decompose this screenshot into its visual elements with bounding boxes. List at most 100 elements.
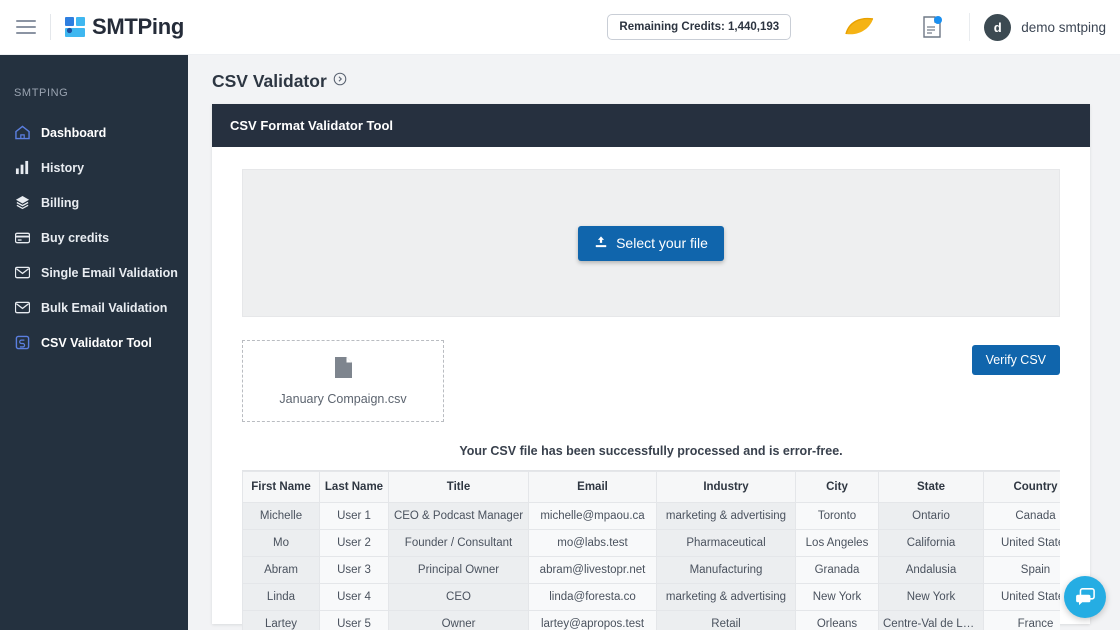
card-title: CSV Format Validator Tool bbox=[212, 104, 1090, 147]
csv-preview-table-wrap[interactable]: First NameLast NameTitleEmailIndustryCit… bbox=[242, 470, 1060, 630]
table-row: MoUser 2Founder / Consultantmo@labs.test… bbox=[243, 530, 1061, 557]
page-content: CSV Validator CSV Format Validator Tool bbox=[188, 55, 1120, 630]
bar-chart-icon bbox=[14, 160, 30, 176]
header-divider-2 bbox=[969, 13, 970, 41]
header-actions: Remaining Credits: 1,440,193 d demo smtp… bbox=[607, 13, 1120, 41]
table-row: AbramUser 3Principal Ownerabram@livestop… bbox=[243, 557, 1061, 584]
sidebar-item-single-email-validation[interactable]: Single Email Validation bbox=[0, 255, 188, 290]
table-cell: Los Angeles bbox=[796, 530, 879, 557]
page-title: CSV Validator bbox=[212, 71, 327, 92]
envelope-icon bbox=[14, 265, 30, 281]
table-cell: Spain bbox=[984, 557, 1061, 584]
table-cell: United States bbox=[984, 530, 1061, 557]
table-cell: lartey@apropos.test bbox=[529, 611, 657, 630]
table-cell: Principal Owner bbox=[389, 557, 529, 584]
table-cell: Retail bbox=[657, 611, 796, 630]
table-column-header: First Name bbox=[243, 472, 320, 503]
sidebar-item-history[interactable]: History bbox=[0, 150, 188, 185]
brand-name: SMTPing bbox=[92, 14, 184, 40]
success-message: Your CSV file has been successfully proc… bbox=[242, 444, 1060, 458]
sidebar-item-csv-validator-tool[interactable]: CSV Validator Tool bbox=[0, 325, 188, 360]
table-row: LindaUser 4CEOlinda@foresta.comarketing … bbox=[243, 584, 1061, 611]
user-name: demo smtping bbox=[1021, 20, 1106, 35]
table-column-header: City bbox=[796, 472, 879, 503]
table-cell: Granada bbox=[796, 557, 879, 584]
report-icon[interactable] bbox=[909, 16, 955, 38]
sidebar-item-bulk-email-validation[interactable]: Bulk Email Validation bbox=[0, 290, 188, 325]
user-menu[interactable]: d demo smtping bbox=[984, 14, 1106, 41]
sidebar-item-dashboard[interactable]: Dashboard bbox=[0, 115, 188, 150]
page-header: CSV Validator bbox=[188, 55, 1120, 104]
sidebar-item-label: Billing bbox=[41, 196, 79, 210]
sidebar-item-label: Single Email Validation bbox=[41, 266, 178, 280]
brand-logo[interactable]: SMTPing bbox=[65, 14, 184, 40]
validator-card: CSV Format Validator Tool Select your fi… bbox=[212, 104, 1090, 624]
sidebar: SMTPING Dashboard History Billing Buy cr… bbox=[0, 55, 188, 630]
remaining-credits-badge[interactable]: Remaining Credits: 1,440,193 bbox=[607, 14, 791, 40]
home-icon bbox=[14, 125, 30, 141]
table-cell: CEO & Podcast Manager bbox=[389, 503, 529, 530]
table-cell: Lartey bbox=[243, 611, 320, 630]
file-dropzone[interactable]: Select your file bbox=[242, 169, 1060, 317]
table-cell: Owner bbox=[389, 611, 529, 630]
table-column-header: State bbox=[879, 472, 984, 503]
table-cell: France bbox=[984, 611, 1061, 630]
table-cell: marketing & advertising bbox=[657, 503, 796, 530]
table-cell: United States bbox=[984, 584, 1061, 611]
smtping-mark-icon bbox=[65, 17, 85, 37]
table-cell: User 5 bbox=[320, 611, 389, 630]
sidebar-caption: SMTPING bbox=[0, 87, 188, 115]
csv-preview-table: First NameLast NameTitleEmailIndustryCit… bbox=[242, 471, 1060, 630]
sidebar-item-label: Buy credits bbox=[41, 231, 109, 245]
verify-csv-button[interactable]: Verify CSV bbox=[972, 345, 1060, 375]
table-cell: Orleans bbox=[796, 611, 879, 630]
table-cell: linda@foresta.co bbox=[529, 584, 657, 611]
table-cell: Linda bbox=[243, 584, 320, 611]
table-cell: User 1 bbox=[320, 503, 389, 530]
table-row: LarteyUser 5Ownerlartey@apropos.testReta… bbox=[243, 611, 1061, 630]
table-cell: User 4 bbox=[320, 584, 389, 611]
table-cell: California bbox=[879, 530, 984, 557]
table-cell: Michelle bbox=[243, 503, 320, 530]
table-cell: Manufacturing bbox=[657, 557, 796, 584]
upload-icon bbox=[594, 235, 608, 252]
leaf-icon[interactable] bbox=[833, 15, 887, 39]
header-divider bbox=[50, 14, 51, 40]
table-column-header: Title bbox=[389, 472, 529, 503]
table-cell: Mo bbox=[243, 530, 320, 557]
top-bar: SMTPing Remaining Credits: 1,440,193 d d… bbox=[0, 0, 1120, 55]
table-head: First NameLast NameTitleEmailIndustryCit… bbox=[243, 472, 1061, 503]
table-cell: Andalusia bbox=[879, 557, 984, 584]
table-column-header: Last Name bbox=[320, 472, 389, 503]
sidebar-item-buy-credits[interactable]: Buy credits bbox=[0, 220, 188, 255]
hamburger-icon[interactable] bbox=[16, 20, 36, 34]
table-cell: New York bbox=[879, 584, 984, 611]
table-cell: Abram bbox=[243, 557, 320, 584]
select-file-button[interactable]: Select your file bbox=[578, 226, 724, 261]
sidebar-item-label: History bbox=[41, 161, 84, 175]
envelope-icon bbox=[14, 300, 30, 316]
select-file-label: Select your file bbox=[616, 235, 708, 251]
table-cell: User 2 bbox=[320, 530, 389, 557]
sidebar-item-label: Bulk Email Validation bbox=[41, 301, 167, 315]
sidebar-item-billing[interactable]: Billing bbox=[0, 185, 188, 220]
sidebar-item-label: Dashboard bbox=[41, 126, 106, 140]
table-column-header: Industry bbox=[657, 472, 796, 503]
table-column-header: Email bbox=[529, 472, 657, 503]
table-row: MichelleUser 1CEO & Podcast Managermiche… bbox=[243, 503, 1061, 530]
uploaded-file-name: January Compaign.csv bbox=[279, 392, 406, 406]
table-header-row: First NameLast NameTitleEmailIndustryCit… bbox=[243, 472, 1061, 503]
table-body: MichelleUser 1CEO & Podcast Managermiche… bbox=[243, 503, 1061, 630]
table-cell: abram@livestopr.net bbox=[529, 557, 657, 584]
card-body: Select your file January Compaign.csv Ve… bbox=[212, 147, 1090, 630]
file-icon bbox=[334, 356, 353, 384]
avatar: d bbox=[984, 14, 1011, 41]
table-cell: New York bbox=[796, 584, 879, 611]
file-row: January Compaign.csv Verify CSV bbox=[242, 340, 1060, 422]
table-cell: Centre-Val de Loire. bbox=[879, 611, 984, 630]
table-cell: CEO bbox=[389, 584, 529, 611]
table-cell: mo@labs.test bbox=[529, 530, 657, 557]
chevron-circle-right-icon[interactable] bbox=[333, 72, 347, 91]
chat-icon[interactable] bbox=[1064, 576, 1106, 618]
uploaded-file-card[interactable]: January Compaign.csv bbox=[242, 340, 444, 422]
